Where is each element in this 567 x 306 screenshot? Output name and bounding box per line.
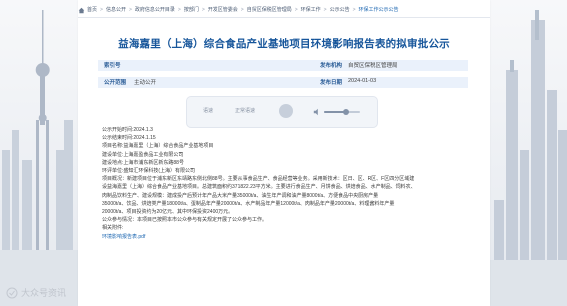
breadcrumb-separator: > [177, 7, 181, 13]
article-meta: 索引号 发布机构 自贸区保税区管理局 公开范围 主动公开 发布日期 2024-0… [98, 60, 468, 90]
meta-row: 索引号 发布机构 自贸区保税区管理局 [98, 60, 468, 71]
scope-label: 公开范围 [104, 80, 127, 86]
speed-label[interactable]: 语速 [203, 107, 213, 115]
breadcrumb-separator: > [240, 7, 244, 13]
breadcrumb-item-env[interactable]: 环保工作 [301, 5, 321, 15]
breadcrumb-item-bureau[interactable]: 自贸区保税区管理局 [247, 5, 292, 15]
article-page: 首页 > 信息公开 > 政府信息公开目录 > 按部门 > 开发区管委会 > 自贸… [78, 0, 490, 306]
body-line: 建设单位:上海嘉盈食品工业有限公司 [102, 151, 184, 158]
body-line: 项目概况：新建项目位于浦东新区东靖路东侧北侧88号。主要从事食品生产、食品经营等… [102, 176, 415, 183]
volume-knob[interactable] [343, 109, 350, 115]
date-label: 发布日期 [320, 80, 343, 86]
body-line: 相关附件: [102, 225, 124, 232]
breadcrumb: 首页 > 信息公开 > 政府信息公开目录 > 按部门 > 开发区管委会 > 自贸… [78, 5, 399, 15]
publisher-label: 发布机构 [320, 63, 343, 69]
breadcrumb-separator: > [201, 7, 205, 13]
body-line: 设益海嘉里（上海）综合食品产业基地项目。总建筑面积约371822.23平方米。主… [102, 184, 416, 191]
attachment-line: 环境影响报告表.pdf [102, 233, 472, 241]
breadcrumb-item-info[interactable]: 信息公开 [106, 5, 126, 15]
breadcrumb-separator: > [100, 7, 103, 13]
play-button[interactable] [279, 104, 293, 118]
home-icon[interactable] [78, 7, 85, 14]
date-value: 2024-01-03 [348, 78, 377, 84]
scope-value: 主动公开 [134, 80, 157, 86]
body-line: 公示结束时间:2024.1.15 [102, 135, 156, 142]
article-body: 公示开始时间:2024.1.3 公示结束时间:2024.1.15 项目名称:益海… [102, 126, 472, 241]
body-line: 环评单位:盛知汇环保科技(上海）有限公司 [102, 168, 196, 175]
divider [78, 17, 490, 18]
breadcrumb-item-notice[interactable]: 公示公告 [330, 5, 350, 15]
breadcrumb-item-catalog[interactable]: 政府信息公开目录 [135, 5, 175, 15]
body-line: 肉制品饮料生产、建设规模：建成投产后预计年产品大米产量35000t/a、油生年产… [102, 192, 379, 199]
breadcrumb-item-home[interactable]: 首页 [87, 5, 97, 15]
body-line: 公示开始时间:2024.1.3 [102, 127, 153, 133]
attachment-link[interactable]: 环境影响报告表.pdf [102, 234, 145, 240]
body-line: 20000t/a、项目投资约为20亿元、其中环保投资2400万元。 [102, 209, 234, 216]
volume-icon[interactable] [313, 108, 321, 116]
breadcrumb-separator: > [323, 7, 327, 13]
breadcrumb-item-by-dept[interactable]: 按部门 [184, 5, 199, 15]
meta-row: 公开范围 主动公开 发布日期 2024-01-03 [98, 77, 468, 88]
audio-reader: 语速 正常语速 [186, 96, 378, 128]
body-line: 项目名称:益海嘉里（上海）综合食品产业基地项目 [102, 143, 214, 150]
speed-value[interactable]: 正常语速 [235, 107, 255, 115]
watermark: 大众号资讯 [6, 286, 66, 300]
breadcrumb-current: 环保工作公示公告 [358, 7, 399, 13]
breadcrumb-item-committee[interactable]: 开发区管委会 [208, 5, 238, 15]
breadcrumb-separator: > [352, 7, 356, 13]
breadcrumb-separator: > [128, 7, 132, 13]
body-line: 公众参与情况：本项目已按照本市公众参与有关规定开展了公众参与工作。 [102, 217, 268, 224]
volume-slider[interactable] [324, 109, 360, 115]
watermark-logo-icon [6, 287, 18, 299]
publisher-value: 自贸区保税区管理局 [348, 63, 398, 69]
index-label: 索引号 [104, 63, 121, 69]
body-line: 35000t/a、饮品、烘焙类产量18000t/a、蛋制品年产量20000t/a… [102, 200, 395, 207]
page-title: 益海嘉里（上海）综合食品产业基地项目环境影响报告表的拟审批公示 [118, 38, 450, 50]
breadcrumb-separator: > [294, 7, 298, 13]
watermark-text: 大众号资讯 [21, 288, 67, 298]
body-line: 建设地点:上海市浦东新区新东路88号 [102, 159, 184, 166]
